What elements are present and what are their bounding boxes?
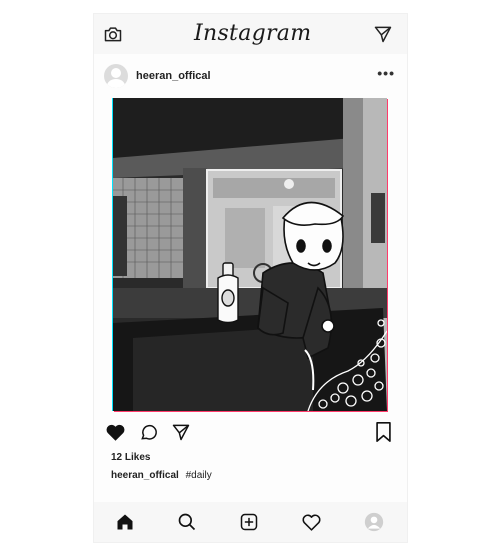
- post-username[interactable]: heeran_offical: [136, 70, 211, 82]
- activity-heart-icon[interactable]: [301, 512, 322, 532]
- caption-username[interactable]: heeran_offical: [111, 470, 179, 481]
- comment-icon[interactable]: [139, 422, 159, 442]
- top-bar: Instagram: [94, 14, 407, 54]
- likes-count[interactable]: 12 Likes: [111, 452, 150, 463]
- paper-plane-icon[interactable]: [373, 24, 393, 44]
- like-heart-icon[interactable]: [105, 422, 126, 442]
- phone-frame: Instagram heeran_offical ••• 12 Likes he…: [94, 14, 407, 542]
- bookmark-icon[interactable]: [374, 421, 393, 443]
- post-photo[interactable]: [113, 98, 387, 411]
- bottom-nav: [94, 502, 407, 542]
- caption-hashtag[interactable]: #daily: [186, 470, 212, 481]
- share-icon[interactable]: [171, 422, 191, 442]
- home-icon[interactable]: [115, 512, 135, 532]
- add-post-icon[interactable]: [239, 512, 259, 532]
- app-brand-logo: Instagram: [194, 21, 312, 46]
- camera-icon[interactable]: [103, 24, 123, 44]
- more-options-icon[interactable]: •••: [377, 65, 395, 81]
- post-caption: heeran_offical #daily: [111, 470, 212, 481]
- profile-avatar-icon[interactable]: [364, 512, 384, 532]
- post-actions: [94, 418, 407, 446]
- post-header: heeran_offical •••: [94, 60, 407, 94]
- search-icon[interactable]: [177, 512, 197, 532]
- avatar[interactable]: [104, 64, 128, 88]
